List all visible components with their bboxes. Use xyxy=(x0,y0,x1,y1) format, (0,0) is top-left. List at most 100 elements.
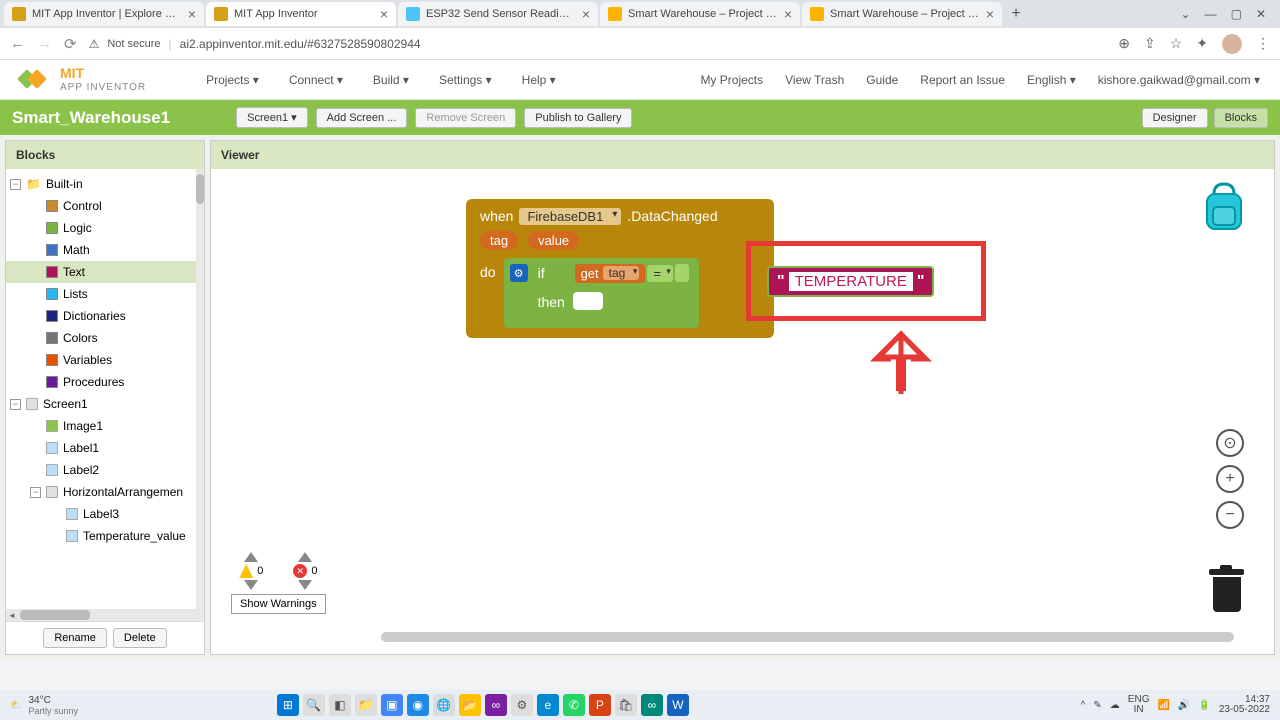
blocks-tab[interactable]: Blocks xyxy=(1214,108,1268,128)
new-tab-button[interactable]: + xyxy=(1004,2,1028,26)
close-window-icon[interactable]: ✕ xyxy=(1256,7,1266,21)
back-button[interactable]: ← xyxy=(10,35,25,52)
avatar[interactable] xyxy=(1222,34,1242,54)
forward-button[interactable]: → xyxy=(37,35,52,52)
wifi-icon[interactable]: 📶 xyxy=(1157,700,1169,711)
reload-button[interactable]: ⟳ xyxy=(64,35,77,53)
component-item[interactable]: Label3 xyxy=(6,503,204,525)
if-block[interactable]: ⚙ if get tag = xyxy=(504,258,699,328)
browser-tab[interactable]: ESP32 Send Sensor Readings to C× xyxy=(398,2,598,26)
add-screen-button[interactable]: Add Screen ... xyxy=(316,108,408,128)
app-icon[interactable]: 🌐 xyxy=(433,694,455,716)
star-icon[interactable]: ☆ xyxy=(1170,35,1183,52)
chevron-down-icon[interactable]: ⌄ xyxy=(1181,7,1191,21)
menu-connect[interactable]: Connect ▾ xyxy=(289,73,343,87)
compare-block[interactable]: get tag = xyxy=(571,262,693,285)
search-icon[interactable]: 🔍 xyxy=(303,694,325,716)
publish-button[interactable]: Publish to Gallery xyxy=(524,108,632,128)
component-item[interactable]: Label2 xyxy=(6,459,204,481)
menu-build[interactable]: Build ▾ xyxy=(373,73,409,87)
browser-tab[interactable]: MIT App Inventor× xyxy=(206,2,396,26)
app-icon[interactable]: ✆ xyxy=(563,694,585,716)
battery-icon[interactable]: 🔋 xyxy=(1198,700,1210,711)
tray-chevron-icon[interactable]: ^ xyxy=(1081,700,1086,711)
expander-icon[interactable]: − xyxy=(30,487,41,498)
app-icon[interactable]: ▣ xyxy=(381,694,403,716)
close-icon[interactable]: × xyxy=(582,6,590,22)
gear-icon[interactable]: ⚙ xyxy=(510,264,528,282)
minimize-icon[interactable]: — xyxy=(1205,7,1217,21)
var-dropdown[interactable]: tag xyxy=(603,266,640,280)
expander-icon[interactable]: − xyxy=(10,179,21,190)
canvas-h-scrollbar[interactable] xyxy=(381,632,1234,642)
user-email[interactable]: kishore.gaikwad@gmail.com ▾ xyxy=(1098,73,1260,87)
link-report-issue[interactable]: Report an Issue xyxy=(920,73,1005,87)
app-icon[interactable]: e xyxy=(537,694,559,716)
app-icon[interactable]: ∞ xyxy=(485,694,507,716)
blocks-canvas[interactable]: when FirebaseDB1 .DataChanged tag value … xyxy=(211,169,1274,654)
trash-icon[interactable] xyxy=(1209,569,1244,614)
app-icon[interactable]: ∞ xyxy=(641,694,663,716)
category-dictionaries[interactable]: Dictionaries xyxy=(6,305,204,327)
category-control[interactable]: Control xyxy=(6,195,204,217)
app-icon[interactable]: P xyxy=(589,694,611,716)
category-logic[interactable]: Logic xyxy=(6,217,204,239)
zoom-out-button[interactable]: − xyxy=(1216,501,1244,529)
url-field[interactable]: ⚠ Not secure | ai2.appinventor.mit.edu/#… xyxy=(89,37,1107,51)
h-scrollbar[interactable] xyxy=(6,609,204,621)
start-button[interactable]: ⊞ xyxy=(277,694,299,716)
app-icon[interactable]: 📁 xyxy=(355,694,377,716)
close-icon[interactable]: × xyxy=(188,6,196,22)
blocks-tree[interactable]: −📁Built-in Control Logic Math Text Lists… xyxy=(6,169,204,609)
remove-screen-button[interactable]: Remove Screen xyxy=(415,108,516,128)
close-icon[interactable]: × xyxy=(986,6,994,22)
app-icon[interactable]: 🛍 xyxy=(615,694,637,716)
center-button[interactable]: ⊙ xyxy=(1216,429,1244,457)
tray-icon[interactable]: ✎ xyxy=(1093,700,1101,711)
browser-tab[interactable]: Smart Warehouse – Project settin× xyxy=(802,2,1002,26)
maximize-icon[interactable]: ▢ xyxy=(1231,7,1242,21)
link-guide[interactable]: Guide xyxy=(866,73,898,87)
category-lists[interactable]: Lists xyxy=(6,283,204,305)
app-icon[interactable]: ◉ xyxy=(407,694,429,716)
component-item[interactable]: Image1 xyxy=(6,415,204,437)
menu-projects[interactable]: Projects ▾ xyxy=(206,73,259,87)
category-text[interactable]: Text xyxy=(6,261,204,283)
browser-tab[interactable]: Smart Warehouse – Project settin× xyxy=(600,2,800,26)
warn-nav[interactable]: 0 xyxy=(239,552,263,590)
scrollbar[interactable] xyxy=(196,169,204,609)
share-icon[interactable]: ⇪ xyxy=(1144,35,1156,52)
component-item[interactable]: Label1 xyxy=(6,437,204,459)
language-select[interactable]: English ▾ xyxy=(1027,73,1076,87)
menu-icon[interactable]: ⋮ xyxy=(1256,35,1270,52)
component-dropdown[interactable]: FirebaseDB1 xyxy=(519,208,621,225)
delete-button[interactable]: Delete xyxy=(113,628,167,648)
screen-select[interactable]: Screen1 ▾ xyxy=(236,107,308,128)
tray-icon[interactable]: ☁ xyxy=(1110,700,1120,711)
weather-widget[interactable]: ⛅ 34°CPartly sunny xyxy=(10,695,78,716)
param-tag[interactable]: tag xyxy=(480,231,518,250)
category-colors[interactable]: Colors xyxy=(6,327,204,349)
param-value[interactable]: value xyxy=(528,231,579,250)
app-icon[interactable]: W xyxy=(667,694,689,716)
category-math[interactable]: Math xyxy=(6,239,204,261)
app-icon[interactable]: ⚙ xyxy=(511,694,533,716)
expander-icon[interactable]: − xyxy=(10,399,21,410)
designer-tab[interactable]: Designer xyxy=(1142,108,1208,128)
category-variables[interactable]: Variables xyxy=(6,349,204,371)
when-event-block[interactable]: when FirebaseDB1 .DataChanged tag value … xyxy=(466,199,774,338)
zoom-in-button[interactable]: + xyxy=(1216,465,1244,493)
zoom-icon[interactable]: ⊕ xyxy=(1118,35,1130,52)
volume-icon[interactable]: 🔊 xyxy=(1178,700,1190,711)
get-block[interactable]: get tag xyxy=(575,264,646,283)
close-icon[interactable]: × xyxy=(380,6,388,22)
logo[interactable]: MITAPP INVENTOR xyxy=(20,66,146,92)
show-warnings-button[interactable]: Show Warnings xyxy=(231,594,326,614)
close-icon[interactable]: × xyxy=(784,6,792,22)
extensions-icon[interactable]: ✦ xyxy=(1196,35,1208,52)
browser-tab[interactable]: MIT App Inventor | Explore MIT A× xyxy=(4,2,204,26)
operator-dropdown[interactable]: = xyxy=(647,265,673,282)
link-my-projects[interactable]: My Projects xyxy=(700,73,763,87)
rename-button[interactable]: Rename xyxy=(43,628,107,648)
task-view-icon[interactable]: ◧ xyxy=(329,694,351,716)
